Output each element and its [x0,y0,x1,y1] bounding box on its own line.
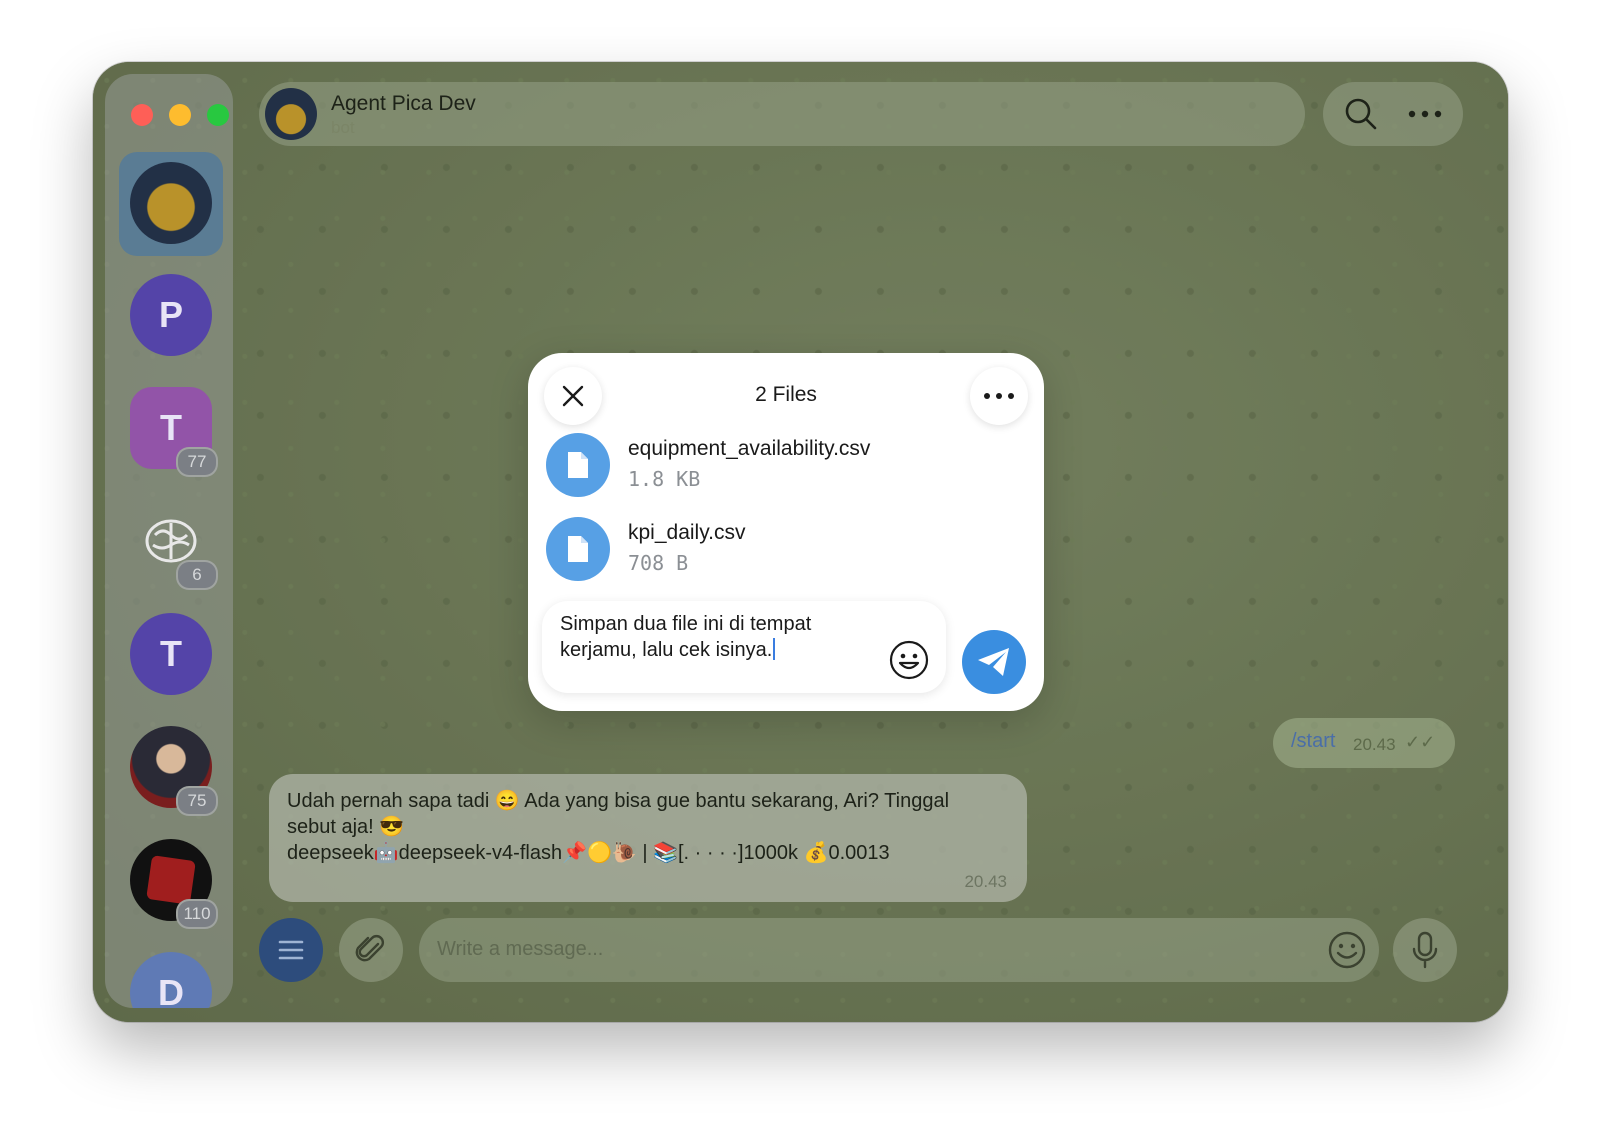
incoming-message[interactable]: Udah pernah sapa tadi 😄 Ada yang bisa gu… [269,774,1027,902]
message-text[interactable]: /start [1291,730,1335,753]
voice-record-button[interactable] [1393,918,1457,982]
bot-menu-button[interactable] [259,918,323,982]
text-cursor [773,638,776,660]
caption-emoji-button[interactable] [888,639,930,686]
chat-header[interactable]: Agent Pica Dev bot [259,82,1305,146]
file-size: 1.8 KB [628,467,701,491]
chat-title: Agent Pica Dev [331,92,476,115]
caption-input[interactable]: Simpan dua file ini di tempat kerjamu, l… [542,601,946,693]
file-icon [546,517,610,581]
send-button[interactable] [962,630,1026,694]
smiley-icon [889,640,929,680]
message-time: 20.43 [1353,735,1396,754]
caption-line: Simpan dua file ini di tempat [560,613,812,635]
unread-badge: 77 [176,447,218,477]
avatar-letter: T [160,633,182,674]
caption-line: kerjamu, lalu cek isinya. [560,639,773,661]
send-plane-icon [978,648,1009,676]
sidebar-item-t[interactable]: T 77 [130,387,218,477]
search-icon [1345,98,1377,130]
more-options-button[interactable] [1393,82,1457,146]
avatar-letter: D [158,972,184,1008]
microphone-icon [1412,931,1438,969]
sidebar-item-t-2[interactable]: T [130,613,212,695]
header-actions [1323,82,1463,146]
search-button[interactable] [1329,82,1393,146]
sidebar-item-man[interactable]: 75 [130,726,218,816]
smiley-icon [1328,931,1366,969]
menu-icon [278,940,304,960]
file-name: kpi_daily.csv [628,521,746,544]
message-line: sebut aja! 😎 [287,816,405,838]
dialog-title: 2 Files [755,383,817,406]
file-size: 708 B [628,551,689,575]
more-horizontal-icon [984,393,1014,399]
message-input[interactable]: Write a message... [419,918,1379,982]
sidebar-item-d[interactable]: D [130,952,212,1008]
message-input-placeholder: Write a message... [437,938,604,960]
file-item[interactable]: kpi_daily.csv 708 B [546,517,1026,583]
chat-avatar[interactable] [265,88,317,140]
send-files-dialog: 2 Files equipment_availability.csv 1.8 K… [528,353,1044,711]
read-checkmarks-icon: ✓✓ [1405,732,1436,752]
sidebar-item-p[interactable]: P [130,274,212,356]
file-item[interactable]: equipment_availability.csv 1.8 KB [546,433,1026,499]
more-horizontal-icon [1408,110,1442,118]
minimize-window-button[interactable] [169,104,191,126]
avatar-letter: T [160,407,182,448]
caption-text[interactable]: Simpan dua file ini di tempat kerjamu, l… [560,611,880,663]
paperclip-icon [355,935,384,962]
attach-button[interactable] [339,918,403,982]
chat-subtitle: bot [331,118,355,137]
chat-list-sidebar: P T 77 6 T 75 110 D [105,74,233,1008]
message-line: Udah pernah sapa tadi 😄 Ada yang bisa gu… [287,790,950,812]
unread-badge: 110 [176,899,218,929]
unread-badge: 6 [176,560,218,590]
sidebar-item-dota[interactable]: 110 [130,839,218,929]
message-line: deepseek🤖deepseek-v4-flash📌🟡🐌 | 📚[. · · … [287,842,890,864]
file-name: equipment_availability.csv [628,437,871,460]
message-time: 20.43 [964,872,1007,891]
dialog-more-button[interactable] [970,367,1028,425]
sidebar-item-brain[interactable]: 6 [130,500,218,590]
zoom-window-button[interactable] [207,104,229,126]
unread-badge: 75 [176,786,218,816]
file-icon [546,433,610,497]
emoji-button[interactable] [1327,930,1367,975]
sidebar-item-agent-pica-dev[interactable] [130,162,212,244]
dota-logo-icon [146,855,196,905]
close-window-button[interactable] [131,104,153,126]
avatar-letter: P [158,294,183,335]
outgoing-message[interactable]: /start 20.43 ✓✓ [1273,718,1455,768]
